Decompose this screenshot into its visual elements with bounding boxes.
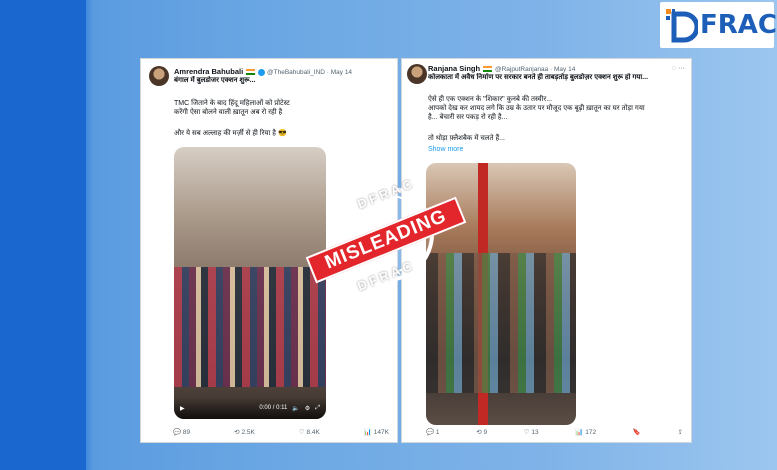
user-handle[interactable]: @TheBahubali_IND · May 14 [267,69,352,76]
reply-count: 1 [435,429,440,436]
dfrac-logo: FRAC [660,2,777,48]
tweet-body-line: ऐसे ही एक एक्शन के "शिकार" कुनबे की तस्व… [428,96,553,103]
repost-button[interactable]: ⟲ 2.5K [234,428,255,436]
tweet-body-line: और ये सब अल्लाह की मर्ज़ी से ही रिया है … [174,130,287,137]
tweet-actions: 💬 89 ⟲ 2.5K ♡ 8.4K 📊 147K [173,428,389,436]
left-strip [0,0,86,470]
verified-icon [258,68,266,76]
settings-icon[interactable]: ⚙ [305,405,310,412]
tweet-header: Amrendra Bahubali @TheBahubali_IND · May… [174,67,391,76]
reply-count: 89 [182,429,191,436]
reply-button[interactable]: 💬 1 [426,428,440,436]
user-name[interactable]: Ranjana Singh [428,64,480,73]
like-count: 13 [531,429,539,436]
more-options-icon[interactable]: ··· [678,65,685,72]
dfrac-logo-mark-icon [664,6,700,44]
share-button[interactable]: ⇪ [678,428,683,436]
avatar[interactable] [407,64,427,84]
tweet-headline: बंगाल में बुलडोजर एक्शन शुरू... [174,77,256,84]
tweet-body-line: आपको देख कर शायद लगे कि उम्र के उतार पर … [428,105,645,112]
video-frame-crowd [174,267,326,387]
tweet-menu[interactable]: ◌ ··· [672,65,685,72]
video-time: 0:00 / 0:11 [259,405,288,411]
tweet-body-line: तो थोड़ा फ़्लैशबैक में चलते हैं... [428,135,506,142]
tweet-body-line: TMC जिताने के बाद हिंदू महिलाओं को प्रोट… [174,100,290,107]
show-more-link[interactable]: Show more [428,146,463,153]
repost-button[interactable]: ⟲ 9 [476,428,487,436]
like-button[interactable]: ♡ 13 [524,428,539,436]
tweet-body-line: करेंगी ऐसा बोलने वाली ख़ातून अब रो रही ह… [174,109,283,116]
misleading-stamp: DFRAC MISLEADING DFRAC [305,175,467,302]
play-icon[interactable]: ▶ [180,405,185,412]
views-button[interactable]: 📊 147K [364,428,389,436]
tweet-body-line: है... बेचारी सर पकड़ रो रही है... [428,114,508,121]
user-name[interactable]: Amrendra Bahubali [174,67,243,76]
tweet-video[interactable]: ▶ 0:00 / 0:11 🔈 ⚙ ⤢ [174,147,326,419]
repost-count: 2.5K [241,429,255,436]
view-count: 172 [585,429,597,436]
view-count: 147K [373,429,389,436]
india-flag-icon [246,69,256,76]
like-button[interactable]: ♡ 8.4K [299,428,320,436]
bookmark-button[interactable]: 🔖 [633,428,641,436]
views-button[interactable]: 📊 172 [575,428,596,436]
like-count: 8.4K [306,429,320,436]
repost-count: 9 [483,429,488,436]
logo-text: FRAC [700,10,777,40]
tweet-header: Ranjana Singh @RajputRanjanaa · May 14 [428,64,685,73]
india-flag-icon [483,66,493,73]
reply-button[interactable]: 💬 89 [173,428,190,436]
tweet-actions: 💬 1 ⟲ 9 ♡ 13 📊 172 🔖 ⇪ [426,428,683,436]
tweet-headline: कोलकाता में अवैध निर्माण पर सरकार बनते ह… [428,74,649,81]
avatar[interactable] [149,66,169,86]
fullscreen-icon[interactable]: ⤢ [315,405,320,412]
video-controls: ▶ 0:00 / 0:11 🔈 ⚙ ⤢ [174,397,326,419]
volume-icon[interactable]: 🔈 [292,405,299,412]
user-handle[interactable]: @RajputRanjanaa · May 14 [495,66,575,73]
grok-icon[interactable]: ◌ [672,65,676,72]
